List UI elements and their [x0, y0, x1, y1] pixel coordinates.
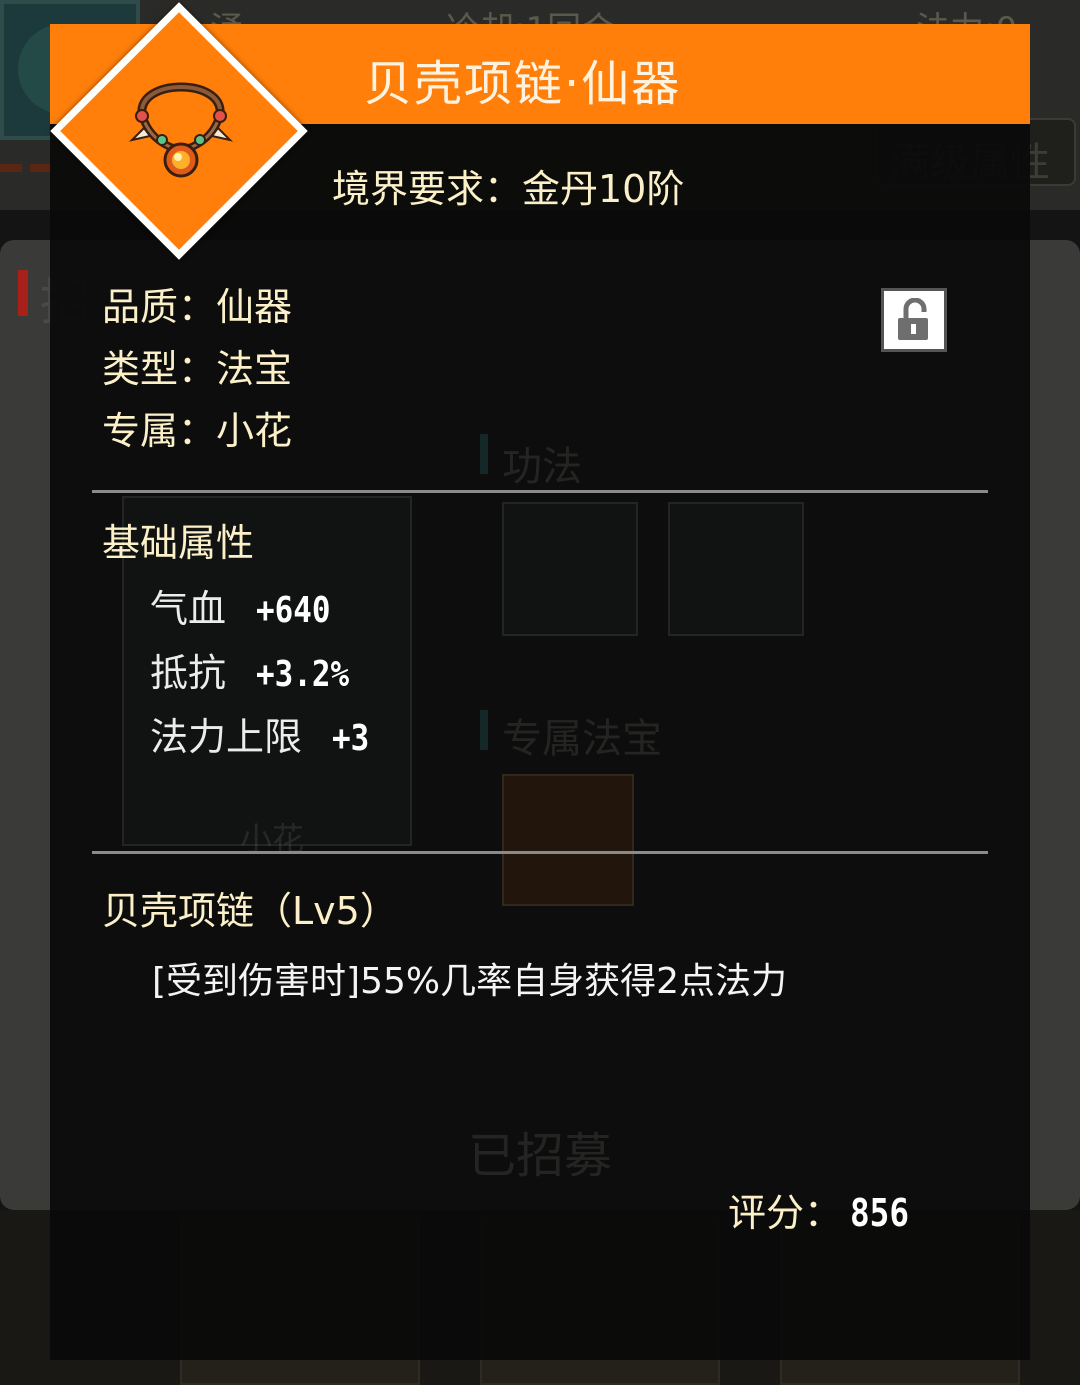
- background-recruited-label: 已招募: [468, 1128, 613, 1184]
- item-icon-frame: [50, 2, 308, 260]
- stat-value: +3: [332, 718, 370, 759]
- section-divider: [92, 851, 988, 854]
- background-exclusive-heading: 专属法宝: [502, 716, 662, 762]
- stat-value: +640: [256, 590, 331, 631]
- stat-row-hp: 气血 +640: [150, 578, 343, 633]
- background-skill-slot: [668, 502, 804, 636]
- stat-row-resistance: 抵抗 +3.2%: [150, 642, 364, 697]
- item-name: 贝壳项链·仙器: [364, 56, 682, 112]
- base-attributes-title: 基础属性: [102, 521, 255, 565]
- shell-necklace-icon: [128, 82, 234, 178]
- background-skills-heading: 功法: [502, 444, 582, 490]
- item-type: 类型：法宝: [102, 347, 293, 391]
- lock-toggle-button[interactable]: [881, 288, 947, 352]
- background-title-marker: [18, 270, 28, 316]
- background-skill-slot: [502, 502, 638, 636]
- score-label: 评分：: [728, 1191, 843, 1235]
- stat-name: 法力上限: [150, 715, 303, 759]
- skill-description: [受到伤害时]55%几率自身获得2点法力: [152, 961, 788, 1002]
- stat-name: 抵抗: [150, 651, 227, 695]
- stat-row-mana-cap: 法力上限 +3: [150, 706, 375, 761]
- skill-title: 贝壳项链（Lv5）: [102, 889, 398, 933]
- item-quality: 品质：仙器: [102, 285, 293, 329]
- item-exclusive-owner: 专属：小花: [102, 409, 293, 453]
- section-divider: [92, 490, 988, 493]
- realm-requirement: 境界要求：金丹10阶: [332, 167, 685, 211]
- background-exclusive-slot: [502, 774, 634, 906]
- unlock-icon: [898, 298, 928, 340]
- stat-name: 气血: [150, 587, 227, 631]
- item-score: 评分： 856: [728, 1182, 919, 1237]
- item-tooltip: 贝壳项链·仙器 功法 专属法宝 小花 已招募 境界要求：金丹10阶 品质：仙器 …: [50, 2, 1030, 1360]
- score-value: 856: [850, 1191, 910, 1235]
- stat-value: +3.2%: [256, 654, 350, 695]
